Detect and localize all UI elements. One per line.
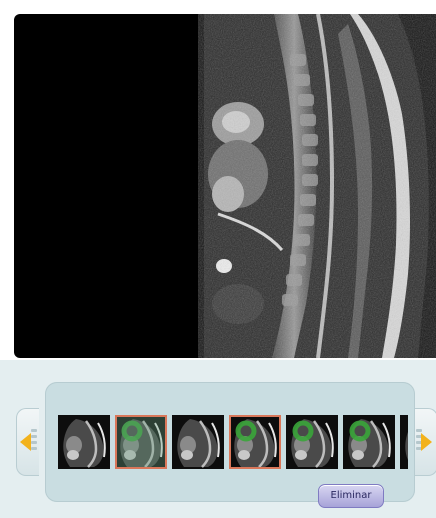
thumbnail-item[interactable] — [343, 415, 395, 469]
thumbnail-panel: Eliminar — [0, 360, 436, 518]
mri-image — [198, 14, 436, 358]
thumbnail-image — [172, 415, 224, 469]
thumbnail-image — [343, 415, 395, 469]
thumbnail-item[interactable] — [400, 415, 408, 469]
thumbnail-item[interactable] — [229, 415, 281, 469]
mri-sagittal-image — [198, 14, 436, 358]
arrow-left-icon — [20, 433, 31, 451]
arrow-right-icon — [421, 433, 432, 451]
thumbnail-image — [58, 415, 110, 469]
thumbnail-image — [286, 415, 338, 469]
delete-button[interactable]: Eliminar — [318, 484, 384, 508]
image-viewer[interactable] — [14, 14, 436, 358]
thumbnail-item[interactable] — [172, 415, 224, 469]
thumbnail-strip — [58, 415, 408, 469]
next-button[interactable] — [415, 408, 436, 476]
previous-button[interactable] — [16, 408, 39, 476]
thumbnail-image — [400, 415, 408, 469]
thumbnail-item[interactable] — [115, 415, 167, 469]
thumbnail-item[interactable] — [286, 415, 338, 469]
grip-icon — [31, 429, 37, 453]
app-window: Eliminar — [0, 0, 436, 518]
thumbnail-image — [115, 415, 167, 469]
thumbnail-item[interactable] — [58, 415, 110, 469]
thumbnail-image — [229, 415, 281, 469]
